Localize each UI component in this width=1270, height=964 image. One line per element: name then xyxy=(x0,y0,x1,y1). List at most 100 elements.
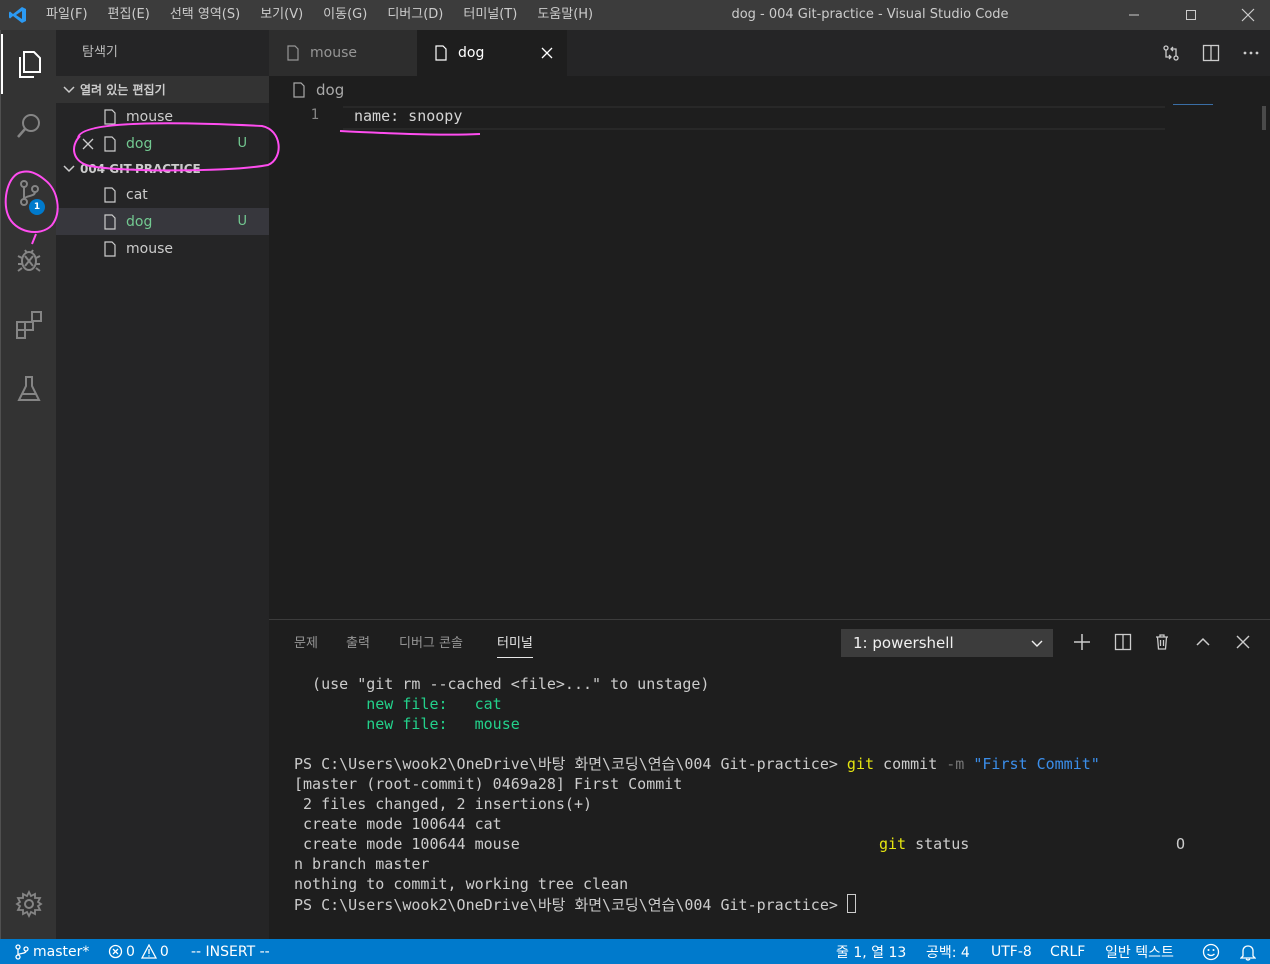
terminal-line: PS C:\Users\wook2\OneDrive\바탕 화면\코딩\연습\0… xyxy=(294,894,1254,914)
terminal-select[interactable]: 1: powershell xyxy=(841,629,1053,657)
chevron-down-icon xyxy=(63,85,75,93)
file-icon xyxy=(293,82,305,98)
gear-icon xyxy=(15,889,43,919)
notifications-button[interactable] xyxy=(1240,939,1256,964)
terminal-line: new file: mouse xyxy=(366,715,520,733)
editor-tabs: mouse dog xyxy=(269,30,1270,76)
tab-terminal[interactable]: 터미널 xyxy=(497,632,533,658)
menu-go[interactable]: 이동(G) xyxy=(313,0,377,30)
tab-mouse[interactable]: mouse xyxy=(269,30,417,76)
folder-header[interactable]: 004 GIT-PRACTICE xyxy=(56,157,269,181)
tab-problems[interactable]: 문제 xyxy=(294,632,318,658)
terminal-line: create mode 100644 mouse git status O xyxy=(294,835,1186,853)
close-icon[interactable] xyxy=(82,138,94,150)
maximize-panel-button[interactable] xyxy=(1190,629,1216,655)
terminal-line: n branch master xyxy=(294,855,430,873)
status-badge: U xyxy=(237,136,247,151)
vscode-logo-icon xyxy=(0,0,36,30)
maximize-button[interactable] xyxy=(1162,0,1219,30)
terminal-line: create mode 100644 cat xyxy=(294,815,502,833)
close-icon[interactable] xyxy=(541,47,553,59)
minimize-button[interactable] xyxy=(1105,0,1162,30)
file-item-mouse[interactable]: mouse xyxy=(56,235,269,262)
status-badge: U xyxy=(237,214,247,229)
title-bar: 파일(F) 편집(E) 선택 영역(S) 보기(V) 이동(G) 디버그(D) … xyxy=(0,0,1270,30)
terminal-line: PS C:\Users\wook2\OneDrive\바탕 화면\코딩\연습\0… xyxy=(294,755,1100,773)
file-icon xyxy=(104,240,116,257)
split-terminal-button[interactable] xyxy=(1110,629,1136,655)
files-icon xyxy=(19,51,41,78)
menu-edit[interactable]: 편집(E) xyxy=(98,0,160,30)
more-actions-button[interactable] xyxy=(1231,44,1270,62)
menu-bar: 파일(F) 편집(E) 선택 영역(S) 보기(V) 이동(G) 디버그(D) … xyxy=(36,0,603,30)
line-ending[interactable]: CRLF xyxy=(1050,939,1085,964)
terminal-line: 2 files changed, 2 insertions(+) xyxy=(294,795,593,813)
code-editor[interactable]: 1 name: snoopy xyxy=(269,104,1270,619)
file-item-cat[interactable]: cat xyxy=(56,181,269,208)
close-window-button[interactable] xyxy=(1219,0,1270,30)
testing-button[interactable] xyxy=(1,359,57,419)
terminal-output[interactable]: (use "git rm --cached <file>..." to unst… xyxy=(294,674,1254,914)
breadcrumb[interactable]: dog xyxy=(269,76,1270,104)
scm-badge: 1 xyxy=(29,199,45,215)
encoding[interactable]: UTF-8 xyxy=(991,939,1032,964)
problems-indicator[interactable]: 0 0 xyxy=(108,939,169,964)
open-editor-item-dog[interactable]: dog U xyxy=(56,130,269,157)
bottom-panel: 문제 출력 디버그 콘솔 터미널 1: powershell (use "git… xyxy=(269,619,1270,939)
chevron-down-icon xyxy=(1031,640,1043,647)
kill-terminal-button[interactable] xyxy=(1149,629,1175,655)
minimap-slider xyxy=(1173,104,1213,105)
open-editor-item-mouse[interactable]: mouse xyxy=(56,103,269,130)
plus-icon xyxy=(1074,634,1090,650)
close-panel-button[interactable] xyxy=(1230,629,1256,655)
cursor-position[interactable]: 줄 1, 열 13 xyxy=(836,939,906,964)
file-icon xyxy=(104,213,116,230)
explorer-sidebar: 탐색기 열려 있는 편집기 mouse dog U 004 GIT-PRACTI… xyxy=(56,30,269,939)
settings-button[interactable] xyxy=(1,874,57,934)
smiley-icon xyxy=(1202,943,1220,960)
terminal-line: (use "git rm --cached <file>..." to unst… xyxy=(294,675,710,693)
tab-debug-console[interactable]: 디버그 콘솔 xyxy=(399,632,463,658)
editor-scrollbar[interactable] xyxy=(1262,106,1266,130)
chevron-down-icon xyxy=(63,165,75,173)
close-icon xyxy=(1236,635,1250,649)
status-bar: master* 0 0 -- INSERT -- 줄 1, 열 13 공백: 4… xyxy=(0,939,1270,964)
branch-indicator[interactable]: master* xyxy=(15,939,89,964)
source-control-button[interactable]: 1 xyxy=(1,163,57,223)
menu-file[interactable]: 파일(F) xyxy=(36,0,98,30)
file-item-dog[interactable]: dog U xyxy=(56,208,269,235)
extensions-button[interactable] xyxy=(1,294,57,354)
explorer-button[interactable] xyxy=(1,34,57,94)
chevron-up-icon xyxy=(1196,637,1210,646)
window-title: dog - 004 Git-practice - Visual Studio C… xyxy=(731,7,1009,22)
tab-dog[interactable]: dog xyxy=(417,30,567,76)
search-button[interactable] xyxy=(1,96,57,156)
split-editor-button[interactable] xyxy=(1191,44,1231,62)
open-editors-header[interactable]: 열려 있는 편집기 xyxy=(56,76,269,103)
flask-icon xyxy=(17,376,41,401)
tab-output[interactable]: 출력 xyxy=(346,632,370,658)
new-terminal-button[interactable] xyxy=(1069,629,1095,655)
menu-help[interactable]: 도움말(H) xyxy=(527,0,603,30)
indentation[interactable]: 공백: 4 xyxy=(926,939,970,964)
language-mode[interactable]: 일반 텍스트 xyxy=(1105,939,1174,964)
split-terminal-icon xyxy=(1114,633,1132,651)
code-line[interactable]: name: snoopy xyxy=(354,107,462,125)
line-number: 1 xyxy=(310,107,319,123)
file-icon xyxy=(435,45,447,61)
menu-view[interactable]: 보기(V) xyxy=(250,0,313,30)
feedback-button[interactable] xyxy=(1202,939,1220,964)
sidebar-title: 탐색기 xyxy=(82,45,118,60)
file-icon xyxy=(104,108,116,125)
git-branch-icon xyxy=(15,943,29,960)
menu-terminal[interactable]: 터미널(T) xyxy=(453,0,527,30)
extensions-icon xyxy=(16,311,42,339)
error-icon xyxy=(108,944,123,959)
menu-debug[interactable]: 디버그(D) xyxy=(377,0,453,30)
bug-icon xyxy=(17,249,41,272)
debug-button[interactable] xyxy=(1,229,57,289)
split-editor-icon xyxy=(1202,44,1220,62)
menu-selection[interactable]: 선택 영역(S) xyxy=(160,0,250,30)
open-changes-button[interactable] xyxy=(1151,44,1191,62)
